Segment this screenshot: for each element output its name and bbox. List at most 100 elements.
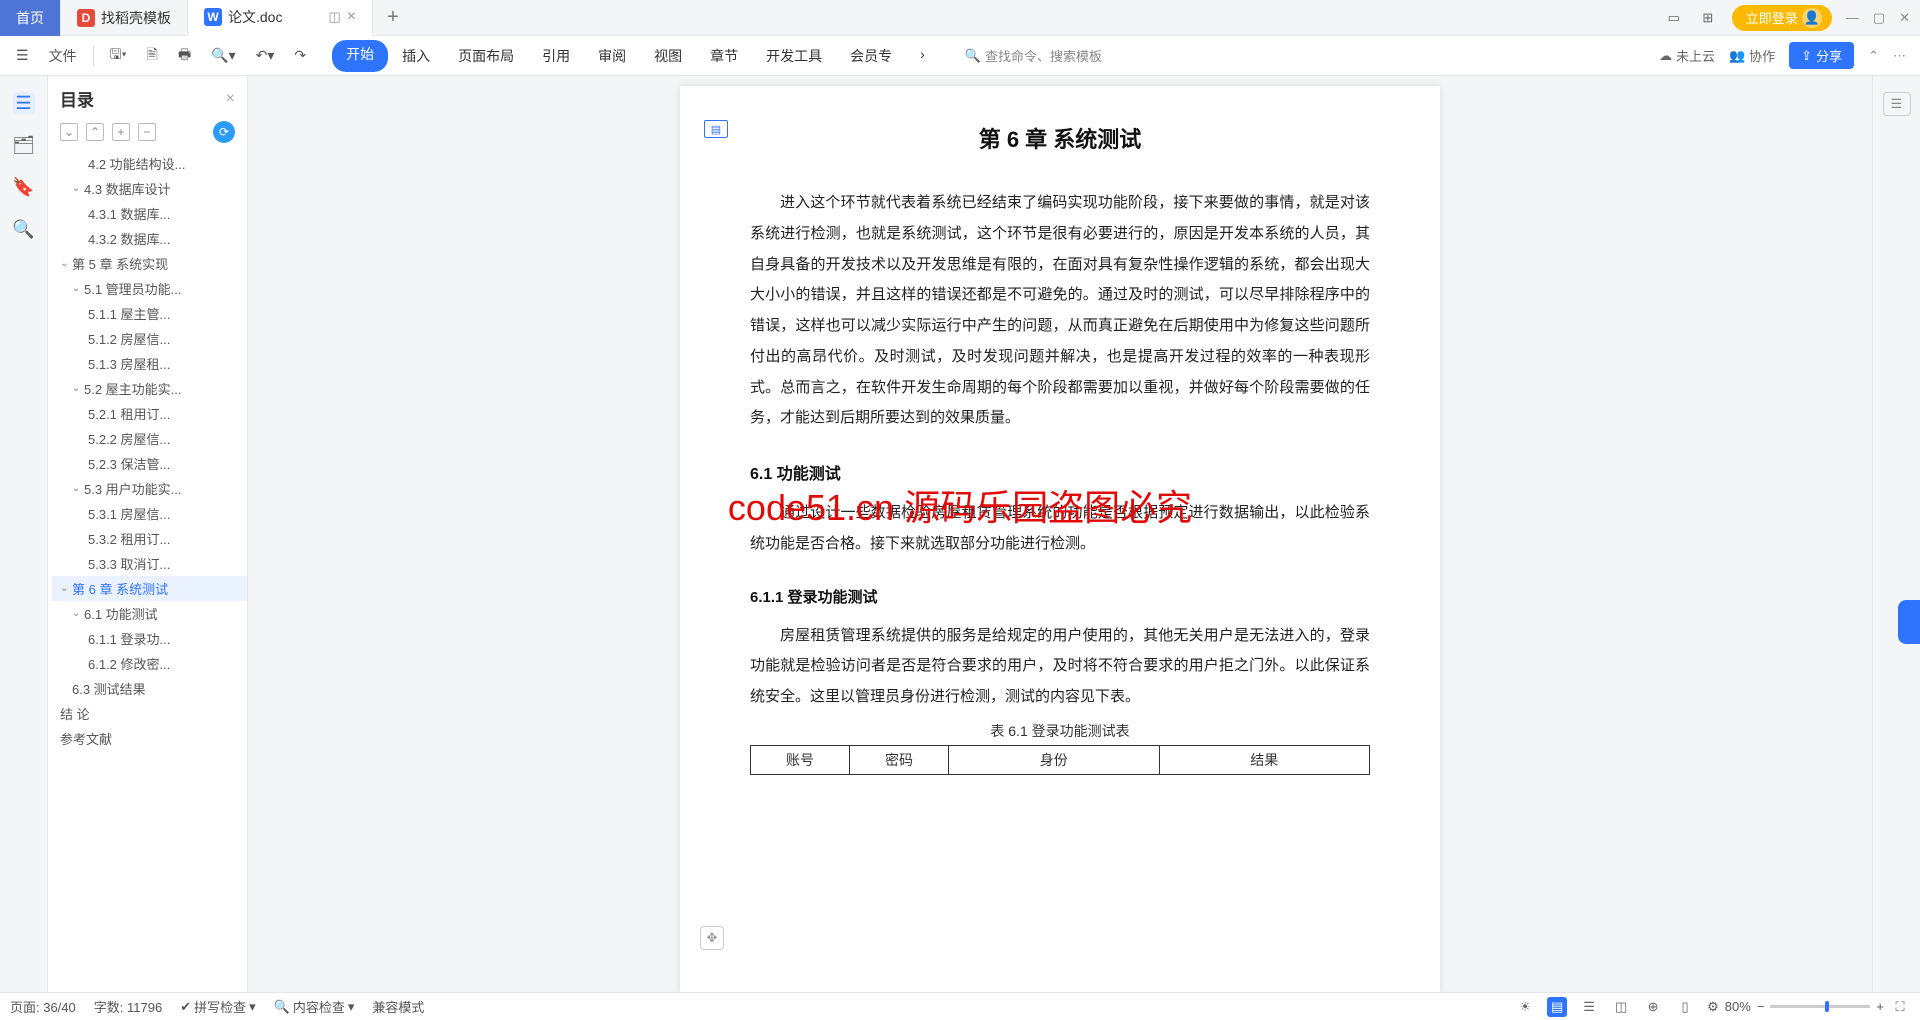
page-badge-icon[interactable]: ▤ <box>704 120 728 138</box>
redo-icon[interactable]: ↷ <box>286 43 314 68</box>
outline-item[interactable]: ⌄5.3 用户功能实... <box>52 476 247 501</box>
ribbon: ☰ 文件 🖫▾ 🖹 🖶 🔍▾ ↶▾ ↷ 开始 插入 页面布局 引用 审阅 视图 … <box>0 36 1920 76</box>
login-button[interactable]: 立即登录 👤 <box>1732 5 1832 31</box>
more-icon[interactable]: ⋯ <box>1893 48 1906 64</box>
layout-icon[interactable]: ▭ <box>1664 8 1684 28</box>
maximize-icon[interactable]: ▢ <box>1873 10 1885 26</box>
menu-pagelayout[interactable]: 页面布局 <box>444 40 528 72</box>
tab-add[interactable]: + <box>373 6 413 29</box>
zoom-settings-icon[interactable]: ⚙ <box>1707 999 1719 1015</box>
preview-icon[interactable]: 🔍▾ <box>203 43 243 68</box>
zoom-control[interactable]: ⚙ 80% − + ⛶ <box>1707 997 1910 1017</box>
search-command[interactable]: 🔍 查找命令、搜索模板 <box>965 46 1102 65</box>
menu-start[interactable]: 开始 <box>332 40 388 72</box>
outline-item[interactable]: 5.2.2 房屋信... <box>52 426 247 451</box>
menu-reference[interactable]: 引用 <box>528 40 584 72</box>
tab-home[interactable]: 首页 <box>0 0 61 36</box>
minimize-icon[interactable]: — <box>1846 10 1859 26</box>
view-dual-icon[interactable]: ▯ <box>1675 997 1695 1017</box>
menu-devtools[interactable]: 开发工具 <box>752 40 836 72</box>
outline-toggle-icon[interactable]: ☰ <box>13 92 35 114</box>
collapse-ribbon-icon[interactable]: ⌃ <box>1868 48 1879 64</box>
view-page-icon[interactable]: ▤ <box>1547 997 1567 1017</box>
bookmark-icon[interactable]: 🔖 <box>13 176 35 198</box>
close-window-icon[interactable]: ✕ <box>1899 10 1910 26</box>
collab-button[interactable]: 👥协作 <box>1729 46 1775 65</box>
outline-item[interactable]: 5.3.1 房屋信... <box>52 501 247 526</box>
outline-item[interactable]: 5.3.2 租用订... <box>52 526 247 551</box>
tab-template[interactable]: D 找稻壳模板 <box>61 0 188 36</box>
outline-item[interactable]: 6.1.2 修改密... <box>52 651 247 676</box>
view-outline-icon[interactable]: ☰ <box>1579 997 1599 1017</box>
outline-close-icon[interactable]: × <box>226 90 235 108</box>
status-spellcheck[interactable]: ✔拼写检查 ▾ <box>180 997 255 1016</box>
outline-item[interactable]: 5.1.2 房屋信... <box>52 326 247 351</box>
outline-item[interactable]: 参考文献 <box>52 726 247 751</box>
search-pane-icon[interactable]: 🔍 <box>13 218 35 240</box>
outline-collapse-icon[interactable]: ⌃ <box>86 123 104 141</box>
menu-view[interactable]: 视图 <box>640 40 696 72</box>
outline-item[interactable]: 4.3.2 数据库... <box>52 226 247 251</box>
outline-item[interactable]: ⌄第 5 章 系统实现 <box>52 251 247 276</box>
doc-paragraph-1: 进入这个环节就代表着系统已经结束了编码实现功能阶段，接下来要做的事情，就是对该系… <box>750 188 1370 434</box>
fullscreen-icon[interactable]: ⛶ <box>1890 997 1910 1017</box>
menu-chapter[interactable]: 章节 <box>696 40 752 72</box>
menu-member[interactable]: 会员专 <box>836 40 906 72</box>
outline-item[interactable]: 6.1.1 登录功... <box>52 626 247 651</box>
print-icon[interactable]: 🖶 <box>170 40 199 72</box>
darkmode-icon[interactable]: ☀ <box>1515 997 1535 1017</box>
cloud-status[interactable]: ☁未上云 <box>1659 46 1715 65</box>
split-window-icon[interactable]: ◫ <box>328 9 340 25</box>
outline-item[interactable]: 5.2.3 保洁管... <box>52 451 247 476</box>
file-menu[interactable]: 文件 <box>41 42 85 70</box>
save-icon[interactable]: 🖫▾ <box>102 40 135 72</box>
floating-side-tab[interactable] <box>1898 600 1920 644</box>
document-canvas[interactable]: ▤ 第 6 章 系统测试 进入这个环节就代表着系统已经结束了编码实现功能阶段，接… <box>248 76 1872 992</box>
outline-list[interactable]: 4.2 功能结构设...⌄4.3 数据库设计4.3.1 数据库...4.3.2 … <box>48 151 247 992</box>
outline-item[interactable]: ⌄4.3 数据库设计 <box>52 176 247 201</box>
move-handle-icon[interactable]: ✥ <box>700 926 724 950</box>
outline-item[interactable]: 结 论 <box>52 701 247 726</box>
status-contentcheck[interactable]: 🔍内容检查 ▾ <box>274 997 355 1016</box>
settings-pane-icon[interactable]: ☰ <box>1883 92 1911 116</box>
undo-icon[interactable]: ↶▾ <box>248 43 283 68</box>
zoom-out-icon[interactable]: − <box>1757 999 1765 1014</box>
outline-item[interactable]: ⌄6.1 功能测试 <box>52 601 247 626</box>
outline-item[interactable]: 5.1.1 屋主管... <box>52 301 247 326</box>
outline-item[interactable]: ⌄5.2 屋主功能实... <box>52 376 247 401</box>
clipboard-icon[interactable]: 🗂 <box>13 134 35 156</box>
outline-item[interactable]: 4.2 功能结构设... <box>52 151 247 176</box>
view-web-icon[interactable]: ⊕ <box>1643 997 1663 1017</box>
share-button[interactable]: ⇪分享 <box>1789 42 1854 69</box>
outline-item[interactable]: 5.3.3 取消订... <box>52 551 247 576</box>
status-compat: 兼容模式 <box>372 997 424 1016</box>
outline-add-icon[interactable]: + <box>112 123 130 141</box>
menu-icon[interactable]: ☰ <box>8 43 37 68</box>
zoom-in-icon[interactable]: + <box>1876 999 1884 1014</box>
status-words[interactable]: 字数: 11796 <box>94 997 162 1016</box>
outline-item[interactable]: ⌄第 6 章 系统测试 <box>52 576 247 601</box>
window-controls: ▭ ⊞ 立即登录 👤 — ▢ ✕ <box>1654 5 1920 31</box>
doc-paragraph-3: 房屋租赁管理系统提供的服务是给规定的用户使用的，其他无关用户是无法进入的，登录功… <box>750 621 1370 713</box>
apps-icon[interactable]: ⊞ <box>1698 8 1718 28</box>
sync-icon[interactable]: ⟳ <box>213 121 235 143</box>
outline-item[interactable]: 4.3.1 数据库... <box>52 201 247 226</box>
close-icon[interactable]: × <box>347 8 356 26</box>
outline-item[interactable]: 5.2.1 租用订... <box>52 401 247 426</box>
outline-item[interactable]: 5.1.3 房屋租... <box>52 351 247 376</box>
zoom-slider[interactable] <box>1770 1005 1870 1008</box>
view-read-icon[interactable]: ◫ <box>1611 997 1631 1017</box>
search-icon: 🔍 <box>965 48 981 64</box>
outline-expand-icon[interactable]: ⌄ <box>60 123 78 141</box>
title-bar: 首页 D 找稻壳模板 W 论文.doc ◫ × + ▭ ⊞ 立即登录 👤 — ▢… <box>0 0 1920 36</box>
menu-review[interactable]: 审阅 <box>584 40 640 72</box>
outline-item[interactable]: ⌄5.1 管理员功能... <box>52 276 247 301</box>
export-icon[interactable]: 🖹 <box>139 40 166 72</box>
status-page[interactable]: 页面: 36/40 <box>10 997 76 1016</box>
word-icon: W <box>204 8 222 26</box>
menu-insert[interactable]: 插入 <box>388 40 444 72</box>
menu-more-icon[interactable]: › <box>906 40 939 72</box>
outline-remove-icon[interactable]: − <box>138 123 156 141</box>
outline-item[interactable]: 6.3 测试结果 <box>52 676 247 701</box>
tab-document[interactable]: W 论文.doc ◫ × <box>188 0 373 36</box>
